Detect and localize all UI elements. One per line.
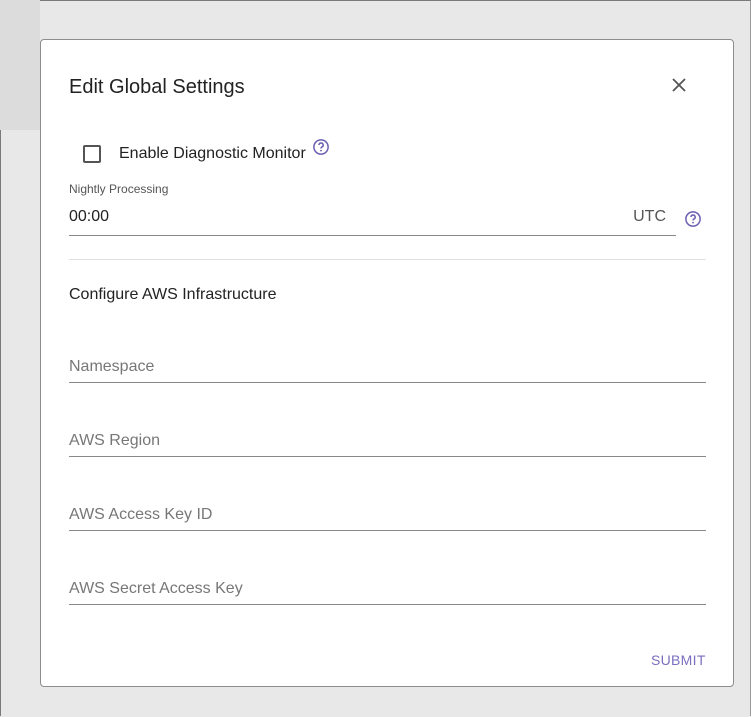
help-circle-icon[interactable] bbox=[312, 138, 330, 156]
region-field bbox=[69, 417, 706, 457]
section-divider bbox=[69, 259, 706, 260]
dialog-title: Edit Global Settings bbox=[69, 76, 245, 98]
nightly-time-value: 00:00 bbox=[69, 208, 110, 225]
secret-key-field bbox=[69, 565, 706, 605]
nightly-processing-label: Nightly Processing bbox=[69, 182, 169, 196]
aws-access-key-input[interactable] bbox=[69, 506, 706, 524]
timezone-label: UTC bbox=[633, 208, 666, 225]
namespace-field bbox=[69, 343, 706, 383]
edit-settings-dialog: Edit Global Settings Enable Diagnostic M… bbox=[40, 39, 734, 687]
close-icon[interactable] bbox=[667, 73, 691, 97]
diagnostic-row: Enable Diagnostic Monitor bbox=[83, 139, 330, 163]
access-key-field bbox=[69, 491, 706, 531]
aws-secret-key-input[interactable] bbox=[69, 580, 706, 598]
aws-section-title: Configure AWS Infrastructure bbox=[69, 286, 277, 303]
diagnostic-label: Enable Diagnostic Monitor bbox=[119, 145, 306, 162]
help-circle-icon[interactable] bbox=[684, 210, 702, 228]
diagnostic-checkbox[interactable] bbox=[83, 145, 101, 163]
aws-region-input[interactable] bbox=[69, 432, 706, 450]
nightly-time-field[interactable]: 00:00 UTC bbox=[69, 200, 676, 236]
submit-button[interactable]: SUBMIT bbox=[651, 652, 706, 668]
namespace-input[interactable] bbox=[69, 358, 706, 376]
background-panel bbox=[0, 0, 40, 130]
